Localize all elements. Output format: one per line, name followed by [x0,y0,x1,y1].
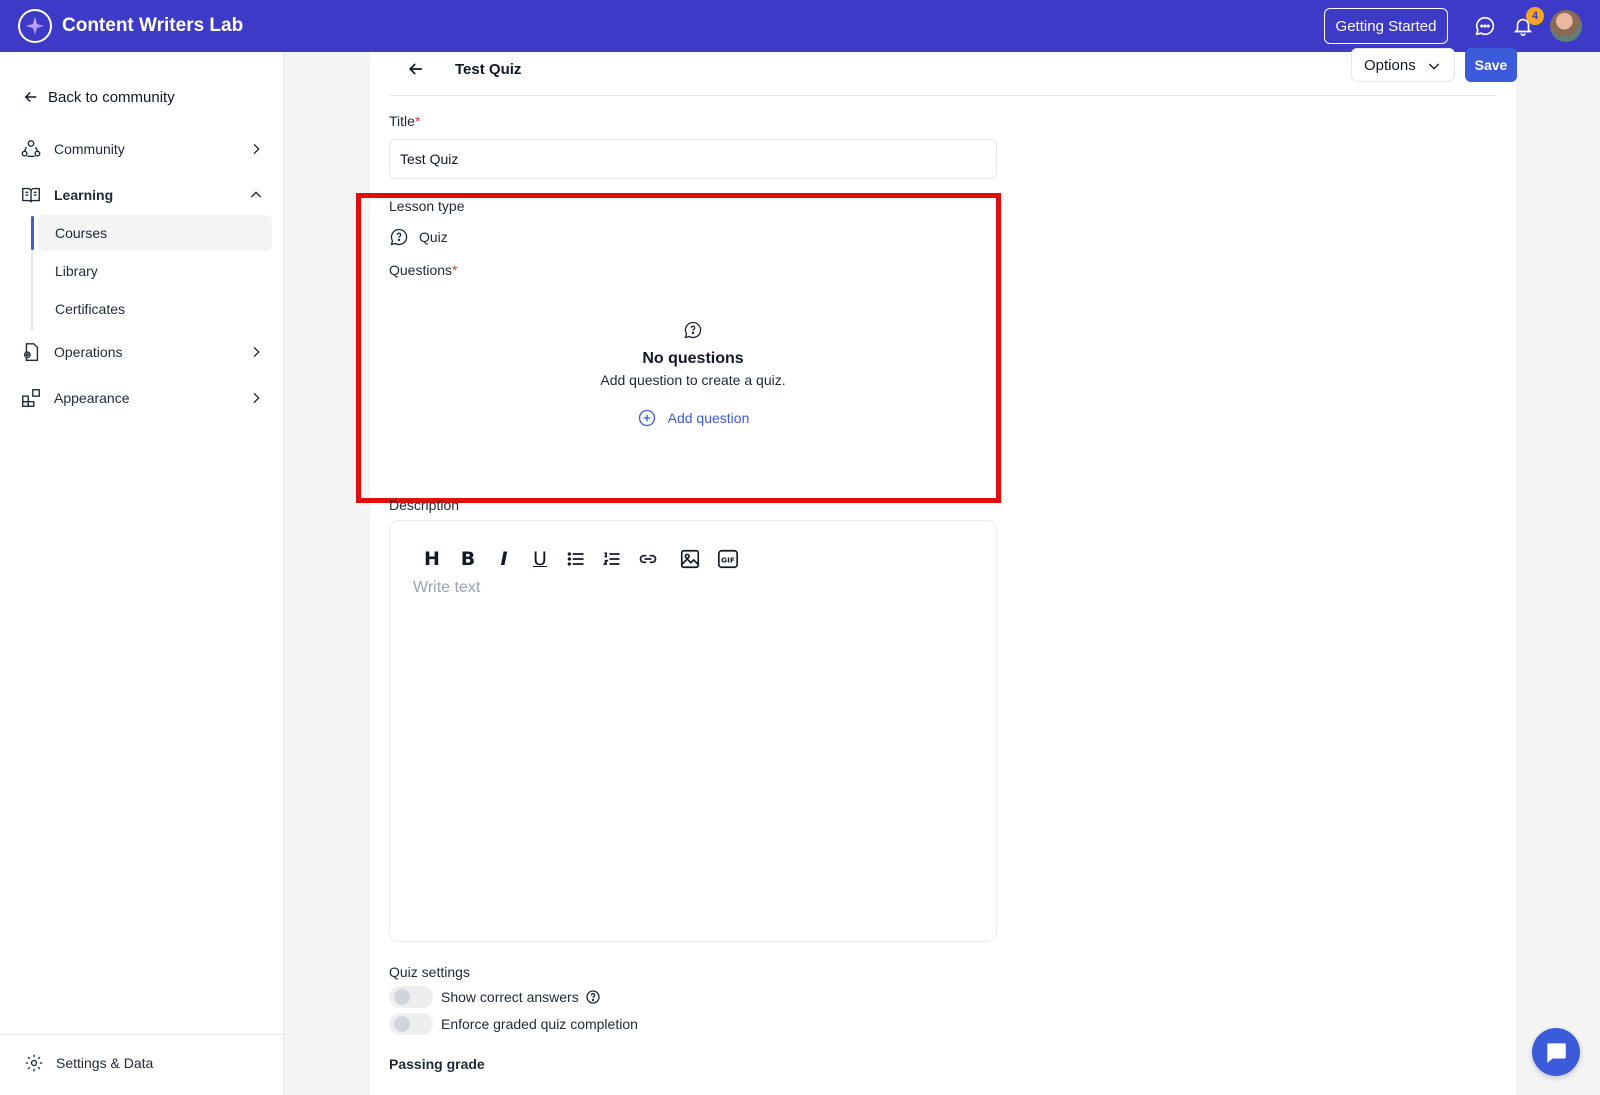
chevron-down-icon [1428,63,1440,70]
show-correct-answers-toggle[interactable] [389,986,433,1008]
options-dropdown[interactable]: Options [1351,48,1455,82]
sidebar-item-appearance[interactable]: Appearance [20,383,264,413]
title-label-text: Title [389,113,415,129]
empty-state-subtitle: Add question to create a quiz. [600,372,786,388]
notification-badge: 4 [1526,7,1544,25]
svg-text:GIF: GIF [721,556,735,565]
title-input[interactable] [389,139,997,179]
appearance-icon [22,389,40,407]
support-chat-button[interactable] [1532,1028,1580,1076]
back-label: Back to community [48,88,175,106]
sidebar-item-label: Appearance [54,390,130,406]
back-to-community-link[interactable]: Back to community [22,88,175,106]
lesson-header: Test Quiz Options Save [390,48,1517,96]
empty-quiz-icon [389,320,997,340]
main-panel: Test Quiz Options Save Title* Lesson typ… [356,48,1517,1095]
settings-label: Settings & Data [56,1055,154,1071]
gear-icon [25,1054,43,1072]
sidebar-item-label: Community [54,141,125,157]
show-correct-answers-row: Show correct answers [389,986,601,1008]
passing-grade-label: Passing grade [389,1056,485,1072]
page-title: Test Quiz [455,61,522,78]
questions-label-text: Questions [389,262,453,278]
enforce-graded-label: Enforce graded quiz completion [441,1016,638,1032]
add-question-button[interactable]: Add question [637,408,750,428]
italic-button[interactable]: I [486,545,522,573]
chat-bubble-icon [1547,1043,1566,1063]
gif-icon[interactable]: GIF [710,545,746,573]
top-bar: Content Writers Lab Getting Started 4 [0,0,1600,52]
bullet-list-icon[interactable] [558,545,594,573]
back-arrow-icon[interactable] [406,59,426,79]
description-label: Description [389,497,460,513]
bell-icon[interactable]: 4 [1510,7,1544,39]
sidebar-item-community[interactable]: Community [20,134,264,164]
brand-name: Content Writers Lab [62,15,244,36]
underline-button[interactable]: U [522,545,558,573]
title-field-label: Title* [389,113,420,129]
bold-button[interactable]: B [450,545,486,573]
active-indicator [31,216,34,250]
sidebar-item-learning[interactable]: Learning [20,180,264,210]
lesson-type-label: Lesson type [389,198,465,214]
numbered-list-icon[interactable] [594,545,630,573]
questions-field-label: Questions* [389,262,458,278]
chevron-right-icon [253,143,260,155]
chevron-up-icon [250,191,262,198]
save-button[interactable]: Save [1465,48,1517,82]
required-mark: * [414,113,421,129]
enforce-graded-row: Enforce graded quiz completion [389,1013,638,1035]
operations-icon [23,343,39,361]
chat-icon[interactable] [1472,13,1498,39]
chevron-right-icon [253,346,260,358]
brand-logo-icon [18,9,52,43]
show-correct-answers-label: Show correct answers [441,989,579,1005]
sidebar-item-label: Learning [54,187,114,203]
settings-and-data-link[interactable]: Settings & Data [24,1053,153,1073]
questions-empty-state: No questions Add question to create a qu… [389,320,997,433]
sidebar-footer: Settings & Data [0,1034,283,1095]
community-icon [21,140,41,158]
lesson-type-text: Quiz [419,229,448,245]
lesson-type-value: Quiz [389,227,448,247]
editor-placeholder: Write text [413,579,481,596]
description-editor[interactable]: H B I U GIF Write text [389,520,997,942]
sidebar-item-label: Operations [54,344,123,360]
required-mark: * [452,262,458,278]
sidebar: Back to community Community Learning Cou… [0,52,284,1095]
chevron-right-icon [253,392,260,404]
editor-toolbar: H B I U GIF [414,545,746,573]
add-question-label: Add question [667,410,750,426]
help-icon[interactable] [585,989,601,1005]
sidebar-item-operations[interactable]: Operations [20,337,264,367]
options-label: Options [1364,56,1416,74]
sidebar-subitem-courses[interactable]: Courses [38,215,272,251]
brand[interactable]: Content Writers Lab [18,9,243,43]
quiz-icon [390,228,408,246]
heading-button[interactable]: H [414,545,450,573]
enforce-graded-toggle[interactable] [389,1013,433,1035]
sidebar-subitem-certificates[interactable]: Certificates [38,291,272,327]
quiz-settings-label: Quiz settings [389,964,470,980]
arrow-left-icon [24,91,37,103]
plus-circle-icon [638,409,655,427]
image-icon[interactable] [672,545,708,573]
book-icon [22,187,40,203]
link-icon[interactable] [630,545,666,573]
sidebar-subitem-library[interactable]: Library [38,253,272,289]
getting-started-button[interactable]: Getting Started [1324,8,1448,44]
avatar[interactable] [1550,10,1582,42]
empty-state-title: No questions [642,350,744,367]
